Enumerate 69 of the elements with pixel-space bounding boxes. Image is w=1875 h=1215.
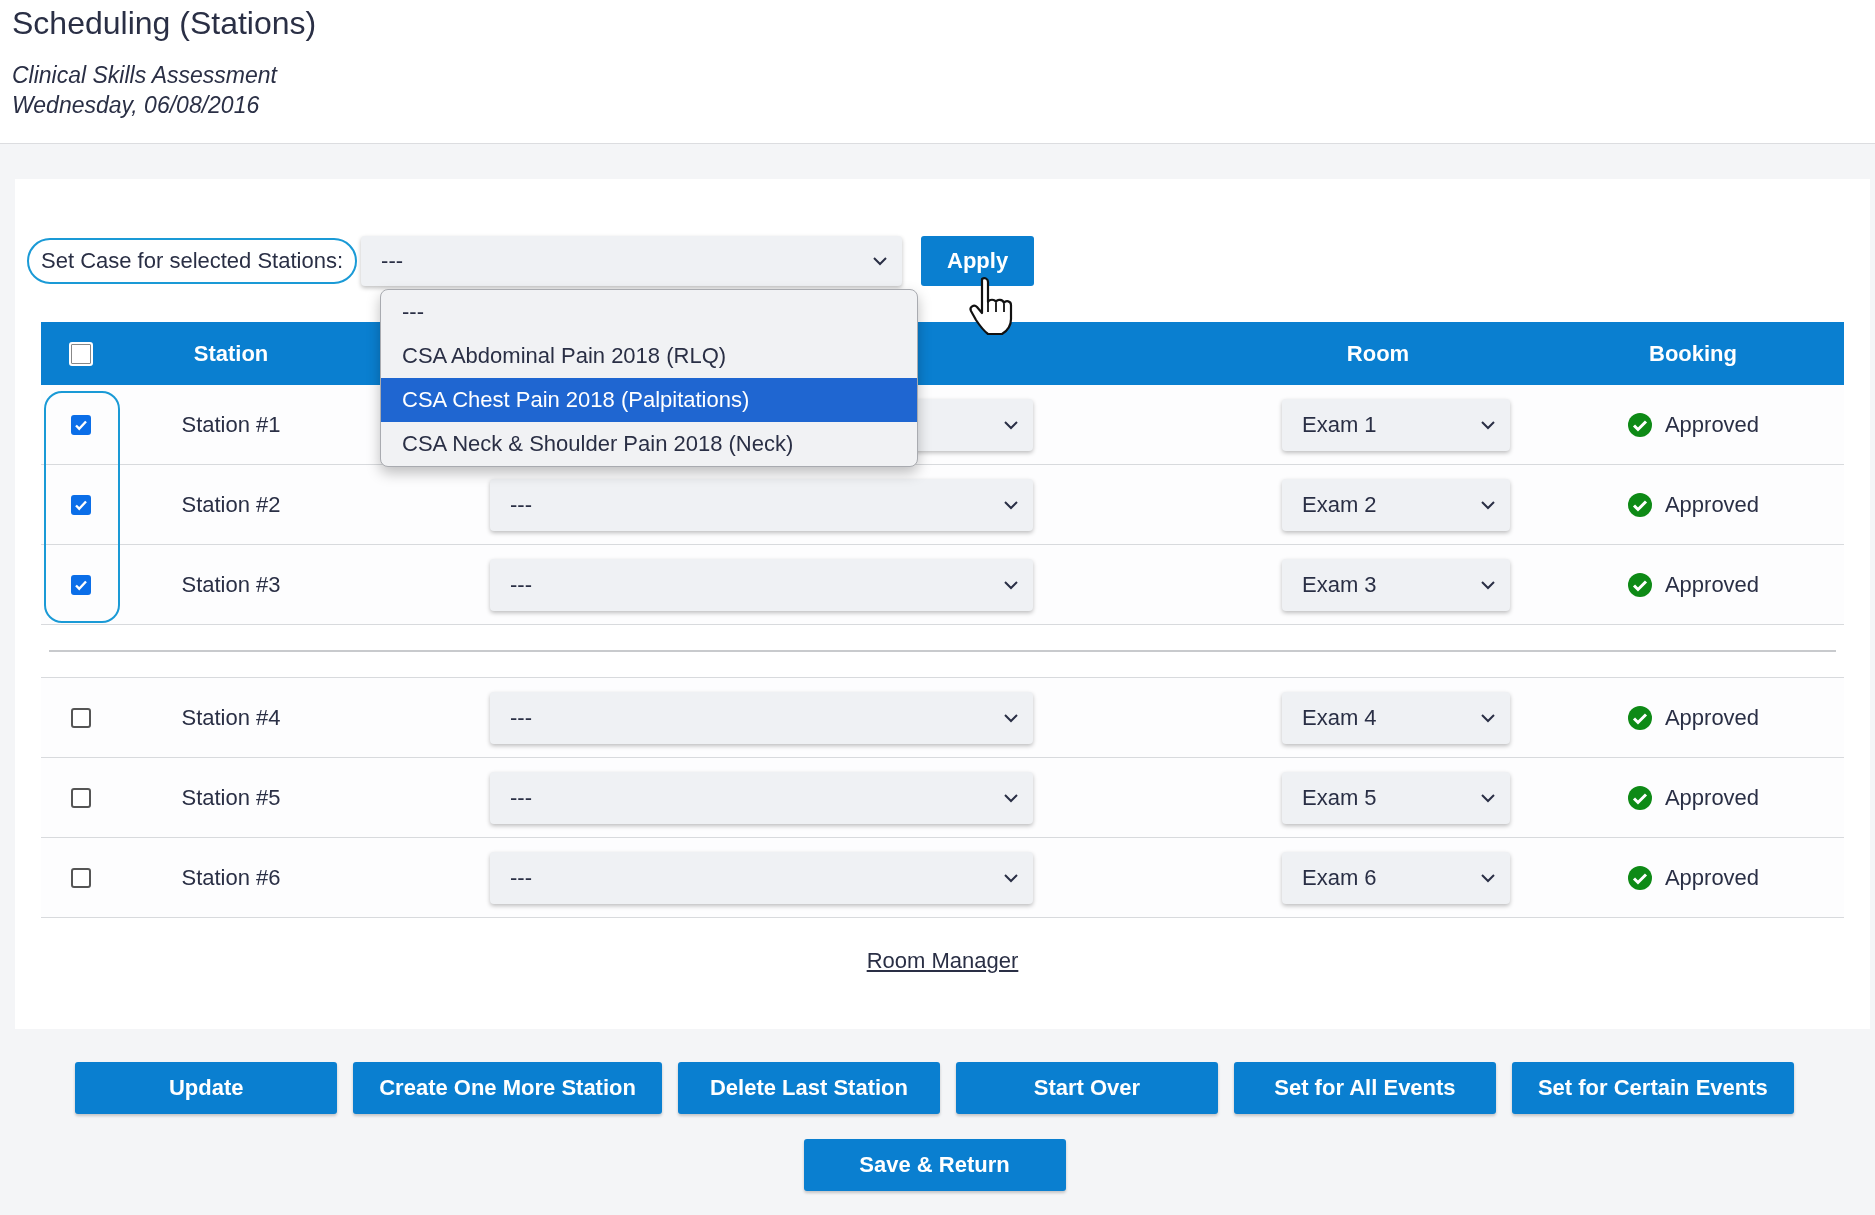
booking-status: Approved	[1664, 864, 1760, 891]
chevron-down-icon	[1480, 579, 1496, 590]
room-select[interactable]: Exam 6	[1282, 851, 1510, 904]
chevron-down-icon	[1003, 792, 1019, 803]
case-select[interactable]: ---	[490, 558, 1033, 611]
chevron-down-icon	[1480, 872, 1496, 883]
station-name: Station #5	[181, 784, 281, 811]
page-title: Scheduling (Stations)	[12, 4, 318, 42]
case-select[interactable]: ---	[490, 851, 1033, 904]
chevron-down-icon	[1003, 419, 1019, 430]
field-label: Set Case for selected Stations:	[27, 238, 358, 284]
station-name: Station #1	[181, 411, 281, 438]
booking-status: Approved	[1664, 571, 1760, 598]
chevron-down-icon	[1480, 792, 1496, 803]
check-circle-icon	[1626, 784, 1653, 811]
subtitle-line: Clinical Skills Assessment	[12, 61, 277, 90]
chevron-down-icon	[1003, 712, 1019, 723]
check-circle-icon	[1626, 704, 1653, 731]
chevron-down-icon	[1480, 499, 1496, 510]
booking-status: Approved	[1664, 491, 1760, 518]
chevron-down-icon	[872, 256, 889, 266]
chevron-down-icon	[1480, 419, 1496, 430]
case-select[interactable]: ---	[490, 771, 1033, 824]
checkbox[interactable]	[71, 494, 91, 515]
apply-button[interactable]: Apply	[921, 236, 1035, 286]
station-name: Station #6	[181, 864, 281, 891]
station-name: Station #3	[181, 571, 281, 598]
action-button[interactable]: Set for All Events	[1233, 1062, 1496, 1114]
dropdown-option[interactable]: CSA Neck & Shoulder Pain 2018 (Neck)	[381, 422, 917, 466]
station-name: Station #4	[181, 704, 281, 731]
station-name: Station #2	[181, 491, 281, 518]
action-button[interactable]: Create One More Station	[353, 1062, 662, 1114]
checkbox[interactable]	[71, 787, 91, 808]
room-manager-link[interactable]: Room Manager	[866, 948, 1019, 974]
check-circle-icon	[1626, 411, 1653, 438]
column-header: Station	[193, 340, 269, 367]
check-circle-icon	[1626, 571, 1653, 598]
action-button[interactable]: Delete Last Station	[677, 1062, 940, 1114]
booking-status: Approved	[1664, 704, 1760, 731]
room-select[interactable]: Exam 1	[1282, 398, 1510, 451]
chevron-down-icon	[1480, 712, 1496, 723]
checkbox[interactable]	[71, 707, 91, 728]
column-header: Booking	[1649, 340, 1737, 367]
action-button[interactable]: Update	[75, 1062, 338, 1114]
booking-status: Approved	[1664, 784, 1760, 811]
room-select[interactable]: Exam 4	[1282, 691, 1510, 744]
booking-status: Approved	[1664, 411, 1760, 438]
save-button[interactable]: Save & Return	[803, 1139, 1066, 1191]
checkbox[interactable]	[71, 414, 91, 435]
room-select[interactable]: Exam 2	[1282, 478, 1510, 531]
checkbox[interactable]	[71, 867, 91, 888]
chevron-down-icon	[1003, 499, 1019, 510]
column-header: Room	[1346, 340, 1410, 367]
action-button[interactable]: Set for Certain Events	[1511, 1062, 1794, 1114]
checkbox[interactable]	[71, 574, 91, 595]
room-select[interactable]: Exam 5	[1282, 771, 1510, 824]
check-circle-icon	[1626, 864, 1653, 891]
subtitle-line: Wednesday, 06/08/2016	[12, 91, 260, 120]
action-button[interactable]: Start Over	[955, 1062, 1218, 1114]
dropdown-option[interactable]: ---	[381, 290, 917, 334]
case-select[interactable]: ---	[490, 478, 1033, 531]
case-select[interactable]: ---	[490, 691, 1033, 744]
chevron-down-icon	[1003, 872, 1019, 883]
dropdown-option[interactable]: CSA Chest Pain 2018 (Palpitations)	[381, 378, 917, 422]
dropdown-option[interactable]: CSA Abdominal Pain 2018 (RLQ)	[381, 334, 917, 378]
check-circle-icon	[1626, 491, 1653, 518]
room-select[interactable]: Exam 3	[1282, 558, 1510, 611]
chevron-down-icon	[1003, 579, 1019, 590]
case-select[interactable]: ---	[361, 236, 903, 286]
